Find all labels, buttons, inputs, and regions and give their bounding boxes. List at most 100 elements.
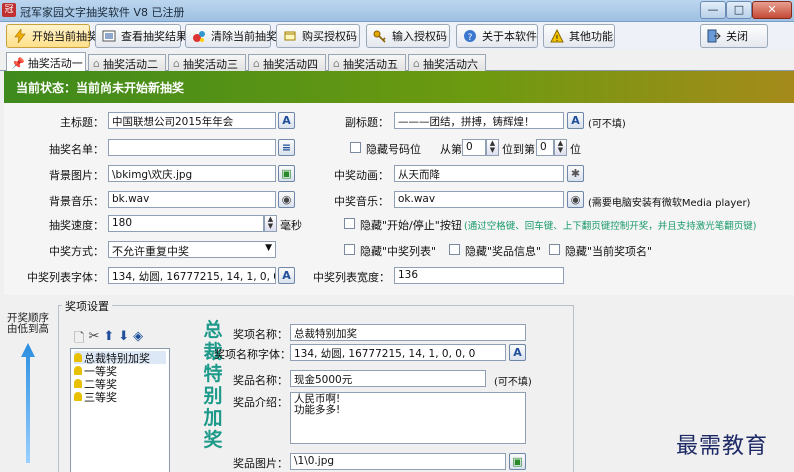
chevron-down-icon: ▼ <box>265 243 272 253</box>
tab-activity-6[interactable]: ⌂ 抽奖活动六 <box>408 54 486 71</box>
list-font-input[interactable]: 134, 幼圆, 16777215, 14, 1, 0, 0, 0 <box>108 267 276 284</box>
tab-label: 抽奖活动五 <box>342 57 398 71</box>
prize-font-label: 奖项名称字体： <box>214 348 291 361</box>
buy-license-button[interactable]: 购买授权码 <box>276 24 360 48</box>
maximize-button[interactable]: □ <box>726 1 752 19</box>
other-functions-button[interactable]: ! 其他功能 <box>543 24 615 48</box>
tab-activity-4[interactable]: ⌂ 抽奖活动四 <box>248 54 326 71</box>
start-draw-label: 开始当前抽奖 <box>32 30 98 43</box>
hide-digits-checkbox[interactable] <box>350 142 361 153</box>
minimize-button[interactable]: — <box>700 1 726 19</box>
sub-title-label: 副标题： <box>345 116 389 129</box>
speed-label: 抽奖速度： <box>49 219 104 232</box>
win-music-label: 中奖音乐： <box>334 195 389 208</box>
buy-license-label: 购买授权码 <box>302 30 357 43</box>
exit-button[interactable]: 关闭 <box>700 24 768 48</box>
eraser-icon <box>192 29 206 43</box>
sub-title-input[interactable]: ———团结，拼搏，铸辉煌！ <box>394 112 564 129</box>
list-item[interactable]: 三等奖 <box>74 390 166 404</box>
bg-image-input[interactable]: \bkimg\欢庆.jpg <box>108 165 276 182</box>
font-a-icon[interactable]: A <box>278 267 295 284</box>
enter-license-label: 输入授权码 <box>392 30 447 43</box>
enter-license-button[interactable]: 输入授权码 <box>366 24 450 48</box>
hide-start-stop-label: 隐藏"开始/停止"按钮 <box>360 219 462 232</box>
gear-icon[interactable]: ✱ <box>567 165 584 182</box>
draw-list-input[interactable] <box>108 139 276 156</box>
tab-activity-3[interactable]: ⌂ 抽奖活动三 <box>168 54 246 71</box>
music-picker-icon[interactable]: ◉ <box>567 191 584 208</box>
info-icon: ? <box>463 29 477 43</box>
bell-tab-icon: ⌂ <box>93 57 100 70</box>
other-functions-label: 其他功能 <box>569 30 613 43</box>
music-picker-icon[interactable]: ◉ <box>278 191 295 208</box>
font-a-icon[interactable]: A <box>567 112 584 129</box>
list-item-label: 三等奖 <box>84 390 117 404</box>
warning-icon: ! <box>550 28 564 43</box>
font-a-icon[interactable]: A <box>509 344 526 361</box>
clear-draw-button[interactable]: 清除当前抽奖 <box>185 24 277 48</box>
prize-name-input[interactable]: 总裁特别加奖 <box>290 324 526 341</box>
prize-font-input[interactable]: 134, 幼圆, 16777215, 14, 1, 0, 0, 0 <box>290 344 506 361</box>
tab-activity-2[interactable]: ⌂ 抽奖活动二 <box>88 54 166 71</box>
from-digit-input[interactable]: 0 <box>462 139 486 156</box>
tab-label: 抽奖活动一 <box>27 57 83 70</box>
title-bar: 冠 冠军家园文字抽奖软件 V8 已注册 — □ ✕ <box>0 0 794 22</box>
win-mode-label: 中奖方式： <box>49 245 104 258</box>
image-picker-icon[interactable]: ▣ <box>509 453 526 470</box>
goods-name-hint: (可不填) <box>494 377 532 388</box>
settings-form: 主标题： 中国联想公司2015年年会 A 副标题： ———团结，拼搏，铸辉煌！ … <box>4 103 794 295</box>
win-anim-input[interactable]: 从天而降 <box>394 165 564 182</box>
win-music-hint: (需要电脑安装有微软Media player) <box>588 198 751 209</box>
app-icon: 冠 <box>2 3 16 17</box>
tab-label: 抽奖活动三 <box>182 57 238 71</box>
hide-current-prize-checkbox[interactable] <box>549 244 560 255</box>
svg-text:?: ? <box>468 33 473 43</box>
bell-tab-icon: ⌂ <box>253 57 260 70</box>
status-bar: 当前状态：当前尚未开始新抽奖 <box>4 71 794 103</box>
image-picker-icon[interactable]: ▣ <box>278 165 295 182</box>
goods-desc-textarea[interactable]: 人民币啊! 功能多多! <box>290 392 526 444</box>
prize-name-label: 奖项名称： <box>233 328 288 341</box>
speed-input[interactable]: 180 <box>108 215 264 232</box>
goods-name-input[interactable]: 现金5000元 <box>290 370 486 387</box>
hide-start-stop-checkbox[interactable] <box>344 218 355 229</box>
clear-draw-label: 清除当前抽奖 <box>211 30 277 43</box>
close-window-button[interactable]: ✕ <box>752 1 792 19</box>
tab-activity-5[interactable]: ⌂ 抽奖活动五 <box>328 54 406 71</box>
tab-label: 抽奖活动六 <box>422 57 478 71</box>
tab-label: 抽奖活动四 <box>262 57 318 71</box>
exit-icon <box>707 29 721 43</box>
bell-icon <box>74 366 82 375</box>
font-a-icon[interactable]: A <box>278 112 295 129</box>
win-mode-value: 不允许重复中奖 <box>112 245 189 258</box>
list-import-icon[interactable]: ≡ <box>278 139 295 156</box>
goods-image-input[interactable]: \1\0.jpg <box>290 453 506 470</box>
hide-win-list-checkbox[interactable] <box>344 244 355 255</box>
hide-start-stop-hint: (通过空格键、回车键、上下翻页键控制开奖，并且支持激光笔翻页键) <box>464 221 757 232</box>
to-digit-spinner[interactable]: ▲ ▼ <box>554 139 567 156</box>
main-title-input[interactable]: 中国联想公司2015年年会 <box>108 112 276 129</box>
goods-image-label: 奖品图片： <box>233 457 288 470</box>
main-title-label: 主标题： <box>60 116 104 129</box>
speed-spinner[interactable]: ▲ ▼ <box>264 215 277 232</box>
toolbar: 开始当前抽奖 查看抽奖结果 清除当前抽奖 购买授权码 输入授权码 ? 关于本软件… <box>0 22 794 50</box>
hide-digits-label: 隐藏号码位 <box>366 143 421 156</box>
view-results-label: 查看抽奖结果 <box>121 30 187 43</box>
win-music-input[interactable]: ok.wav <box>394 191 564 208</box>
from-digit-spinner[interactable]: ▲ ▼ <box>486 139 499 156</box>
hide-prize-info-checkbox[interactable] <box>449 244 460 255</box>
view-results-button[interactable]: 查看抽奖结果 <box>95 24 187 48</box>
tab-activity-1[interactable]: 📌 抽奖活动一 <box>6 52 86 72</box>
goods-name-label: 奖品名称： <box>233 374 288 387</box>
win-mode-select[interactable]: 不允许重复中奖 ▼ <box>108 241 276 258</box>
win-anim-label: 中奖动画： <box>334 169 389 182</box>
tab-label: 抽奖活动二 <box>102 57 158 71</box>
draw-list-label: 抽奖名单： <box>49 143 104 156</box>
to-digit-input[interactable]: 0 <box>536 139 554 156</box>
start-draw-button[interactable]: 开始当前抽奖 <box>6 24 98 48</box>
list-width-input[interactable]: 136 <box>394 267 564 284</box>
about-button[interactable]: ? 关于本软件 <box>456 24 538 48</box>
to-label: 位到第 <box>502 143 535 156</box>
bell-tab-icon: ⌂ <box>173 57 180 70</box>
bg-music-input[interactable]: bk.wav <box>108 191 276 208</box>
